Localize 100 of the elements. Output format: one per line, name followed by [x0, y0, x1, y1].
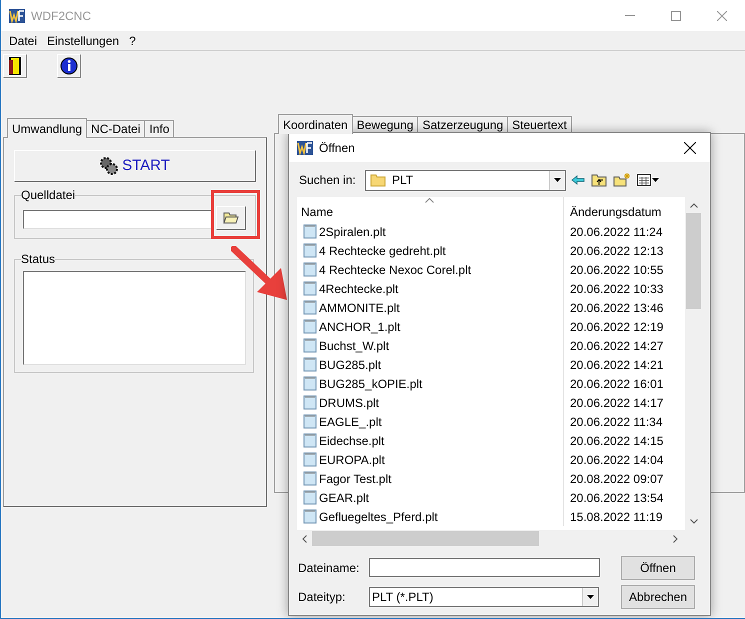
cancel-button[interactable]: Abbrechen	[621, 584, 695, 608]
document-icon	[303, 395, 317, 410]
file-name: AMMONITE.plt	[319, 300, 400, 316]
file-name: BUG285.plt	[319, 356, 382, 374]
file-row[interactable]: AMMONITE.plt 20.06.2022 13:46	[297, 298, 685, 317]
file-row[interactable]: DRUMS.plt 20.06.2022 14:17	[297, 393, 685, 412]
file-row[interactable]: ANCHOR_1.plt 20.06.2022 12:19	[297, 317, 685, 336]
document-icon	[303, 357, 317, 372]
file-name: 4 Rechtecke Nexoc Corel.plt	[319, 262, 472, 278]
view-menu-button[interactable]	[637, 174, 659, 186]
highlight-frame	[211, 190, 260, 239]
caret-icon	[587, 594, 594, 598]
new-folder-icon	[613, 173, 631, 187]
document-icon	[303, 490, 317, 505]
look-in-dropdown[interactable]: PLT	[365, 170, 566, 190]
tab[interactable]: Umwandlung	[7, 118, 88, 138]
group-title: Status	[21, 252, 56, 266]
source-file-field[interactable]	[23, 210, 213, 228]
file-row[interactable]: 4Rechtecke.plt 20.06.2022 10:33	[297, 279, 685, 298]
modified-date: 20.06.2022 14:27	[569, 338, 664, 354]
file-row[interactable]: Buchst_W.plt 20.06.2022 14:27	[297, 336, 685, 355]
file-row[interactable]: EUROPA.plt 20.06.2022 14:04	[297, 450, 685, 469]
document-icon	[303, 471, 317, 486]
file-row[interactable]: 4 Rechtecke gedreht.plt 20.06.2022 12:13	[297, 241, 685, 260]
look-in-value: PLT	[392, 172, 414, 189]
caret-icon	[652, 178, 659, 182]
maximize-icon	[671, 10, 681, 20]
modified-date: 20.06.2022 14:04	[569, 452, 664, 468]
folder-icon	[370, 173, 386, 187]
modified-date: 20.06.2022 11:34	[569, 414, 663, 430]
document-icon	[303, 262, 317, 277]
scroll-down-icon	[690, 519, 698, 524]
up-folder-button[interactable]	[591, 173, 607, 187]
modified-date: 20.06.2022 10:55	[569, 262, 664, 278]
sort-ascending-icon	[425, 198, 434, 203]
app-logo-icon	[9, 8, 25, 22]
scrollbar-thumb[interactable]	[686, 213, 701, 309]
tab[interactable]: Satzerzeugung	[417, 116, 508, 133]
scroll-right-icon	[673, 534, 678, 542]
left-arrow-icon	[571, 175, 585, 185]
folder-icon	[223, 212, 239, 224]
tab[interactable]: Info	[144, 120, 174, 137]
document-icon	[303, 338, 317, 353]
back-button[interactable]	[571, 175, 585, 185]
filetype-value: PLT (*.PLT)	[372, 588, 434, 606]
column-header[interactable]: Änderungsdatum	[564, 197, 685, 222]
new-folder-button[interactable]	[613, 173, 631, 187]
details-view-icon	[637, 174, 651, 186]
open-button[interactable]: Öffnen	[621, 556, 695, 580]
filetype-dropdown[interactable]: PLT (*.PLT)	[369, 586, 599, 606]
dialog-title: Öffnen	[319, 140, 355, 156]
file-name: Buchst_W.plt	[319, 338, 390, 354]
tab[interactable]: Bewegung	[352, 116, 418, 133]
caret-icon	[554, 178, 561, 182]
minimize-icon	[625, 15, 635, 16]
folder-up-icon	[591, 173, 607, 187]
group-title: Quelldatei	[21, 188, 76, 202]
modified-date: 20.06.2022 16:01	[569, 376, 664, 392]
modified-date: 20.06.2022 14:17	[569, 394, 664, 412]
file-name: 2Spiralen.plt	[319, 224, 386, 240]
filename-field[interactable]	[369, 558, 600, 577]
tab[interactable]: Koordinaten	[278, 114, 353, 134]
file-row[interactable]: Gefluegeltes_Pferd.plt 15.08.2022 11:19	[297, 507, 685, 526]
file-row[interactable]: BUG285.plt 20.06.2022 14:21	[297, 355, 685, 374]
file-name: BUG285_kOPIE.plt	[319, 376, 422, 392]
dropdown-button[interactable]	[549, 170, 565, 190]
modified-date: 20.06.2022 12:19	[569, 318, 664, 336]
menu-item[interactable]: ?	[125, 32, 140, 50]
dropdown-button[interactable]	[582, 588, 598, 606]
info-button[interactable]	[57, 54, 81, 78]
app-logo-icon	[297, 140, 313, 154]
document-icon	[303, 243, 317, 258]
modified-date: 20.06.2022 14:15	[569, 432, 664, 450]
file-name: DRUMS.plt	[319, 394, 380, 412]
menu-item[interactable]: Datei	[5, 32, 42, 50]
column-header[interactable]: Name	[297, 197, 564, 222]
close-icon	[717, 10, 727, 20]
file-row[interactable]: 2Spiralen.plt 20.06.2022 11:24	[297, 222, 685, 241]
file-row[interactable]: EAGLE_.plt 20.06.2022 11:34	[297, 412, 685, 431]
document-icon	[303, 319, 317, 334]
window-title: WDF2CNC	[31, 8, 91, 24]
menu-item[interactable]: Einstellungen	[43, 32, 124, 50]
file-row[interactable]: BUG285_kOPIE.plt 20.06.2022 16:01	[297, 374, 685, 393]
tab[interactable]: Steuertext	[507, 116, 572, 133]
modified-date: 20.06.2022 13:46	[569, 300, 664, 316]
close-icon	[684, 142, 696, 154]
exit-button[interactable]	[3, 54, 27, 78]
file-row[interactable]: 4 Rechtecke Nexoc Corel.plt 20.06.2022 10:55	[297, 260, 685, 279]
file-name: Eidechse.plt	[319, 432, 384, 450]
document-icon	[303, 376, 317, 391]
file-row[interactable]: Fagor Test.plt 20.08.2022 09:07	[297, 469, 685, 488]
scroll-left-icon	[302, 534, 307, 542]
scrollbar-thumb[interactable]	[312, 531, 539, 546]
file-row[interactable]: GEAR.plt 20.06.2022 13:54	[297, 488, 685, 507]
file-row[interactable]: Eidechse.plt 20.06.2022 14:15	[297, 431, 685, 450]
look-in-label: Suchen in:	[299, 172, 357, 189]
browse-button[interactable]	[216, 206, 246, 230]
start-button[interactable]: START	[14, 150, 256, 182]
modified-date: 20.06.2022 13:54	[569, 490, 664, 506]
file-name: Fagor Test.plt	[319, 470, 392, 488]
